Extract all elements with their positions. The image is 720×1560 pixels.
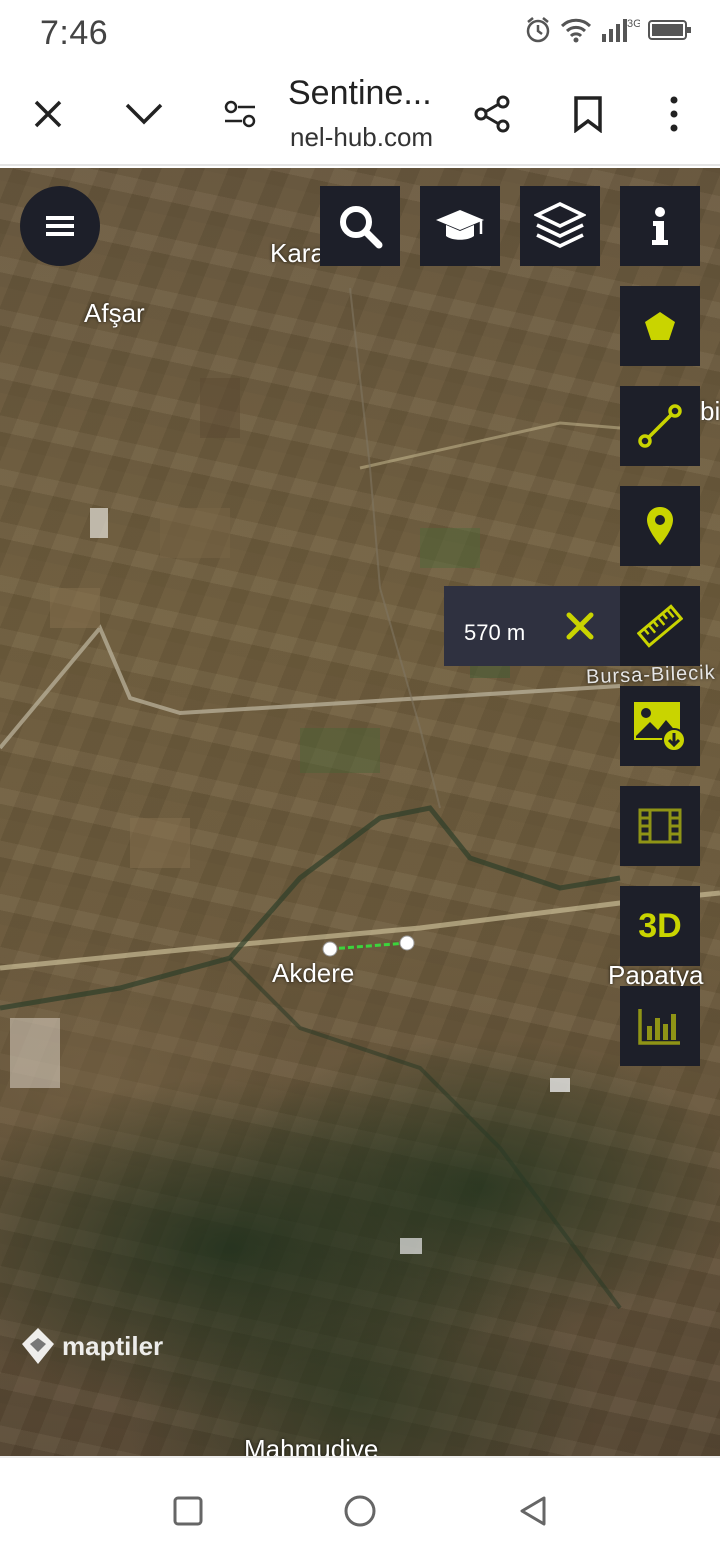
hamburger-icon: [46, 216, 74, 236]
page-title[interactable]: Sentine...: [288, 74, 432, 113]
battery-icon: [648, 18, 692, 47]
bookmark-icon: [574, 96, 602, 133]
close-icon: [34, 100, 62, 128]
back-icon: [520, 1496, 546, 1526]
image-download-button[interactable]: [620, 686, 700, 766]
3d-button[interactable]: 3D: [620, 886, 700, 966]
system-nav-bar: [0, 1456, 720, 1560]
info-button[interactable]: [620, 186, 700, 266]
chart-icon: [638, 1009, 680, 1045]
collapse-button[interactable]: [114, 84, 174, 144]
browser-bar: Sentine... nel-hub.com: [0, 66, 720, 166]
map-label-mahmudiye: Mahmudiye: [244, 1434, 379, 1456]
film-icon: [638, 808, 682, 844]
maptiler-text: maptiler: [62, 1330, 164, 1361]
education-icon: [436, 210, 484, 240]
chevron-down-icon: [125, 103, 163, 125]
map-label-bi: bi: [700, 396, 720, 426]
close-button[interactable]: [18, 84, 78, 144]
layers-button[interactable]: [520, 186, 600, 266]
status-time: 7:46: [40, 14, 109, 52]
status-icons: 3G: [524, 16, 692, 49]
ruler-icon: [637, 604, 683, 648]
chart-button[interactable]: [620, 986, 700, 1066]
3d-label: 3D: [638, 906, 682, 945]
timelapse-button[interactable]: [620, 786, 700, 866]
more-options-button[interactable]: [644, 84, 704, 144]
share-button[interactable]: [462, 84, 522, 144]
map-label-akdere: Akdere: [272, 958, 355, 988]
menu-button[interactable]: [20, 186, 100, 266]
home-button[interactable]: [335, 1486, 385, 1536]
map-features: [0, 287, 720, 1310]
measure-panel: 570 m: [444, 586, 620, 666]
back-button[interactable]: [508, 1486, 558, 1536]
layers-icon: [534, 202, 586, 248]
home-icon: [344, 1495, 376, 1527]
wifi-icon: [560, 17, 592, 48]
map-label-afsar: Afşar: [84, 298, 145, 328]
bookmark-button[interactable]: [558, 84, 618, 144]
recent-apps-button[interactable]: [163, 1486, 213, 1536]
status-bar: 7:46 3G: [0, 0, 720, 66]
maptiler-icon: [22, 1328, 54, 1364]
close-icon: [566, 612, 594, 640]
polygon-icon: [645, 312, 675, 340]
polygon-tool-button[interactable]: [620, 286, 700, 366]
measure-point-start: [322, 941, 338, 957]
pin-button[interactable]: [620, 486, 700, 566]
measure-value: 570 m: [464, 620, 526, 645]
satellite-map[interactable]: Karacalıdır Afşar bi Bursa-Bilecik Akder…: [0, 168, 720, 1456]
pin-icon: [647, 507, 673, 545]
page-url[interactable]: nel-hub.com: [290, 122, 433, 153]
ruler-button[interactable]: [620, 586, 700, 666]
measure-line: [329, 941, 408, 951]
education-button[interactable]: [420, 186, 500, 266]
search-button[interactable]: [320, 186, 400, 266]
recent-apps-icon: [173, 1496, 203, 1526]
share-icon: [474, 95, 510, 133]
more-vert-icon: [670, 96, 678, 132]
line-measure-button[interactable]: [620, 386, 700, 466]
site-settings-button[interactable]: [210, 84, 270, 144]
site-settings-icon: [224, 100, 256, 128]
signal-icon: 3G: [600, 16, 642, 49]
measure-point-end: [399, 935, 415, 951]
alarm-icon: [524, 16, 552, 49]
measure-clear-button[interactable]: [562, 608, 598, 644]
network-badge: 3G: [627, 18, 640, 30]
image-download-icon: [634, 702, 686, 752]
info-icon: [652, 207, 668, 245]
maptiler-logo[interactable]: maptiler: [20, 1326, 163, 1366]
search-icon: [340, 206, 383, 249]
line-measure-icon: [638, 404, 682, 448]
